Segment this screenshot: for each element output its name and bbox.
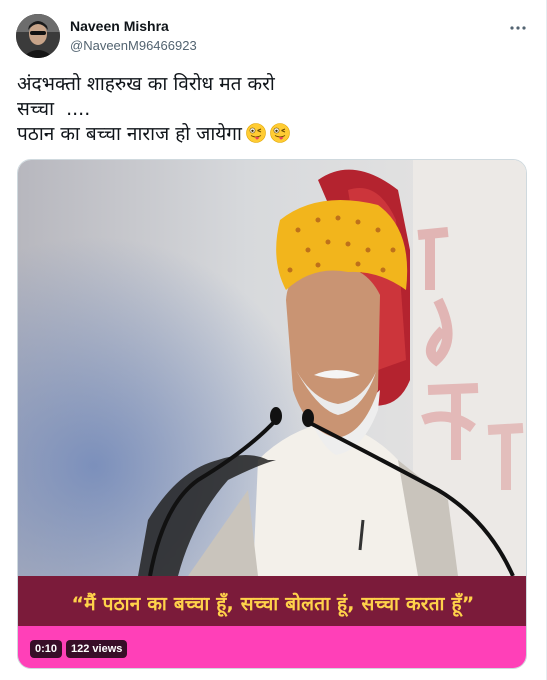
winking-face-with-tongue-icon (270, 123, 290, 143)
video-duration-badge: 0:10 (30, 640, 63, 658)
video-player[interactable]: “मैं पठान का बच्चा हूँ, सच्चा बोलता हूं,… (17, 159, 527, 669)
tweet-line: सच्चा .... (17, 98, 91, 120)
tweet-text: अंदभक्तो शाहरुख का विरोध मत करो सच्चा ..… (17, 72, 517, 147)
tweet-line: अंदभक्तो शाहरुख का विरोध मत करो (17, 73, 275, 95)
author-handle[interactable]: @NaveenM96466923 (70, 38, 197, 53)
more-horizontal-icon (510, 26, 526, 30)
winking-face-with-tongue-icon (246, 123, 266, 143)
author-name[interactable]: Naveen Mishra (70, 18, 169, 34)
avatar[interactable] (16, 14, 60, 58)
tweet-line: पठान का बच्चा नाराज हो जायेगा (17, 123, 242, 145)
tweet-card: Naveen Mishra @NaveenM96466923 अंदभक्तो … (0, 0, 547, 680)
video-views-badge: 122 views (66, 640, 128, 658)
avatar-image (16, 14, 60, 58)
video-caption: “मैं पठान का बच्चा हूँ, सच्चा बोलता हूं,… (71, 593, 475, 615)
more-options-button[interactable] (508, 18, 528, 38)
tweet-line-with-emoji: पठान का बच्चा नाराज हो जायेगा (17, 122, 517, 147)
